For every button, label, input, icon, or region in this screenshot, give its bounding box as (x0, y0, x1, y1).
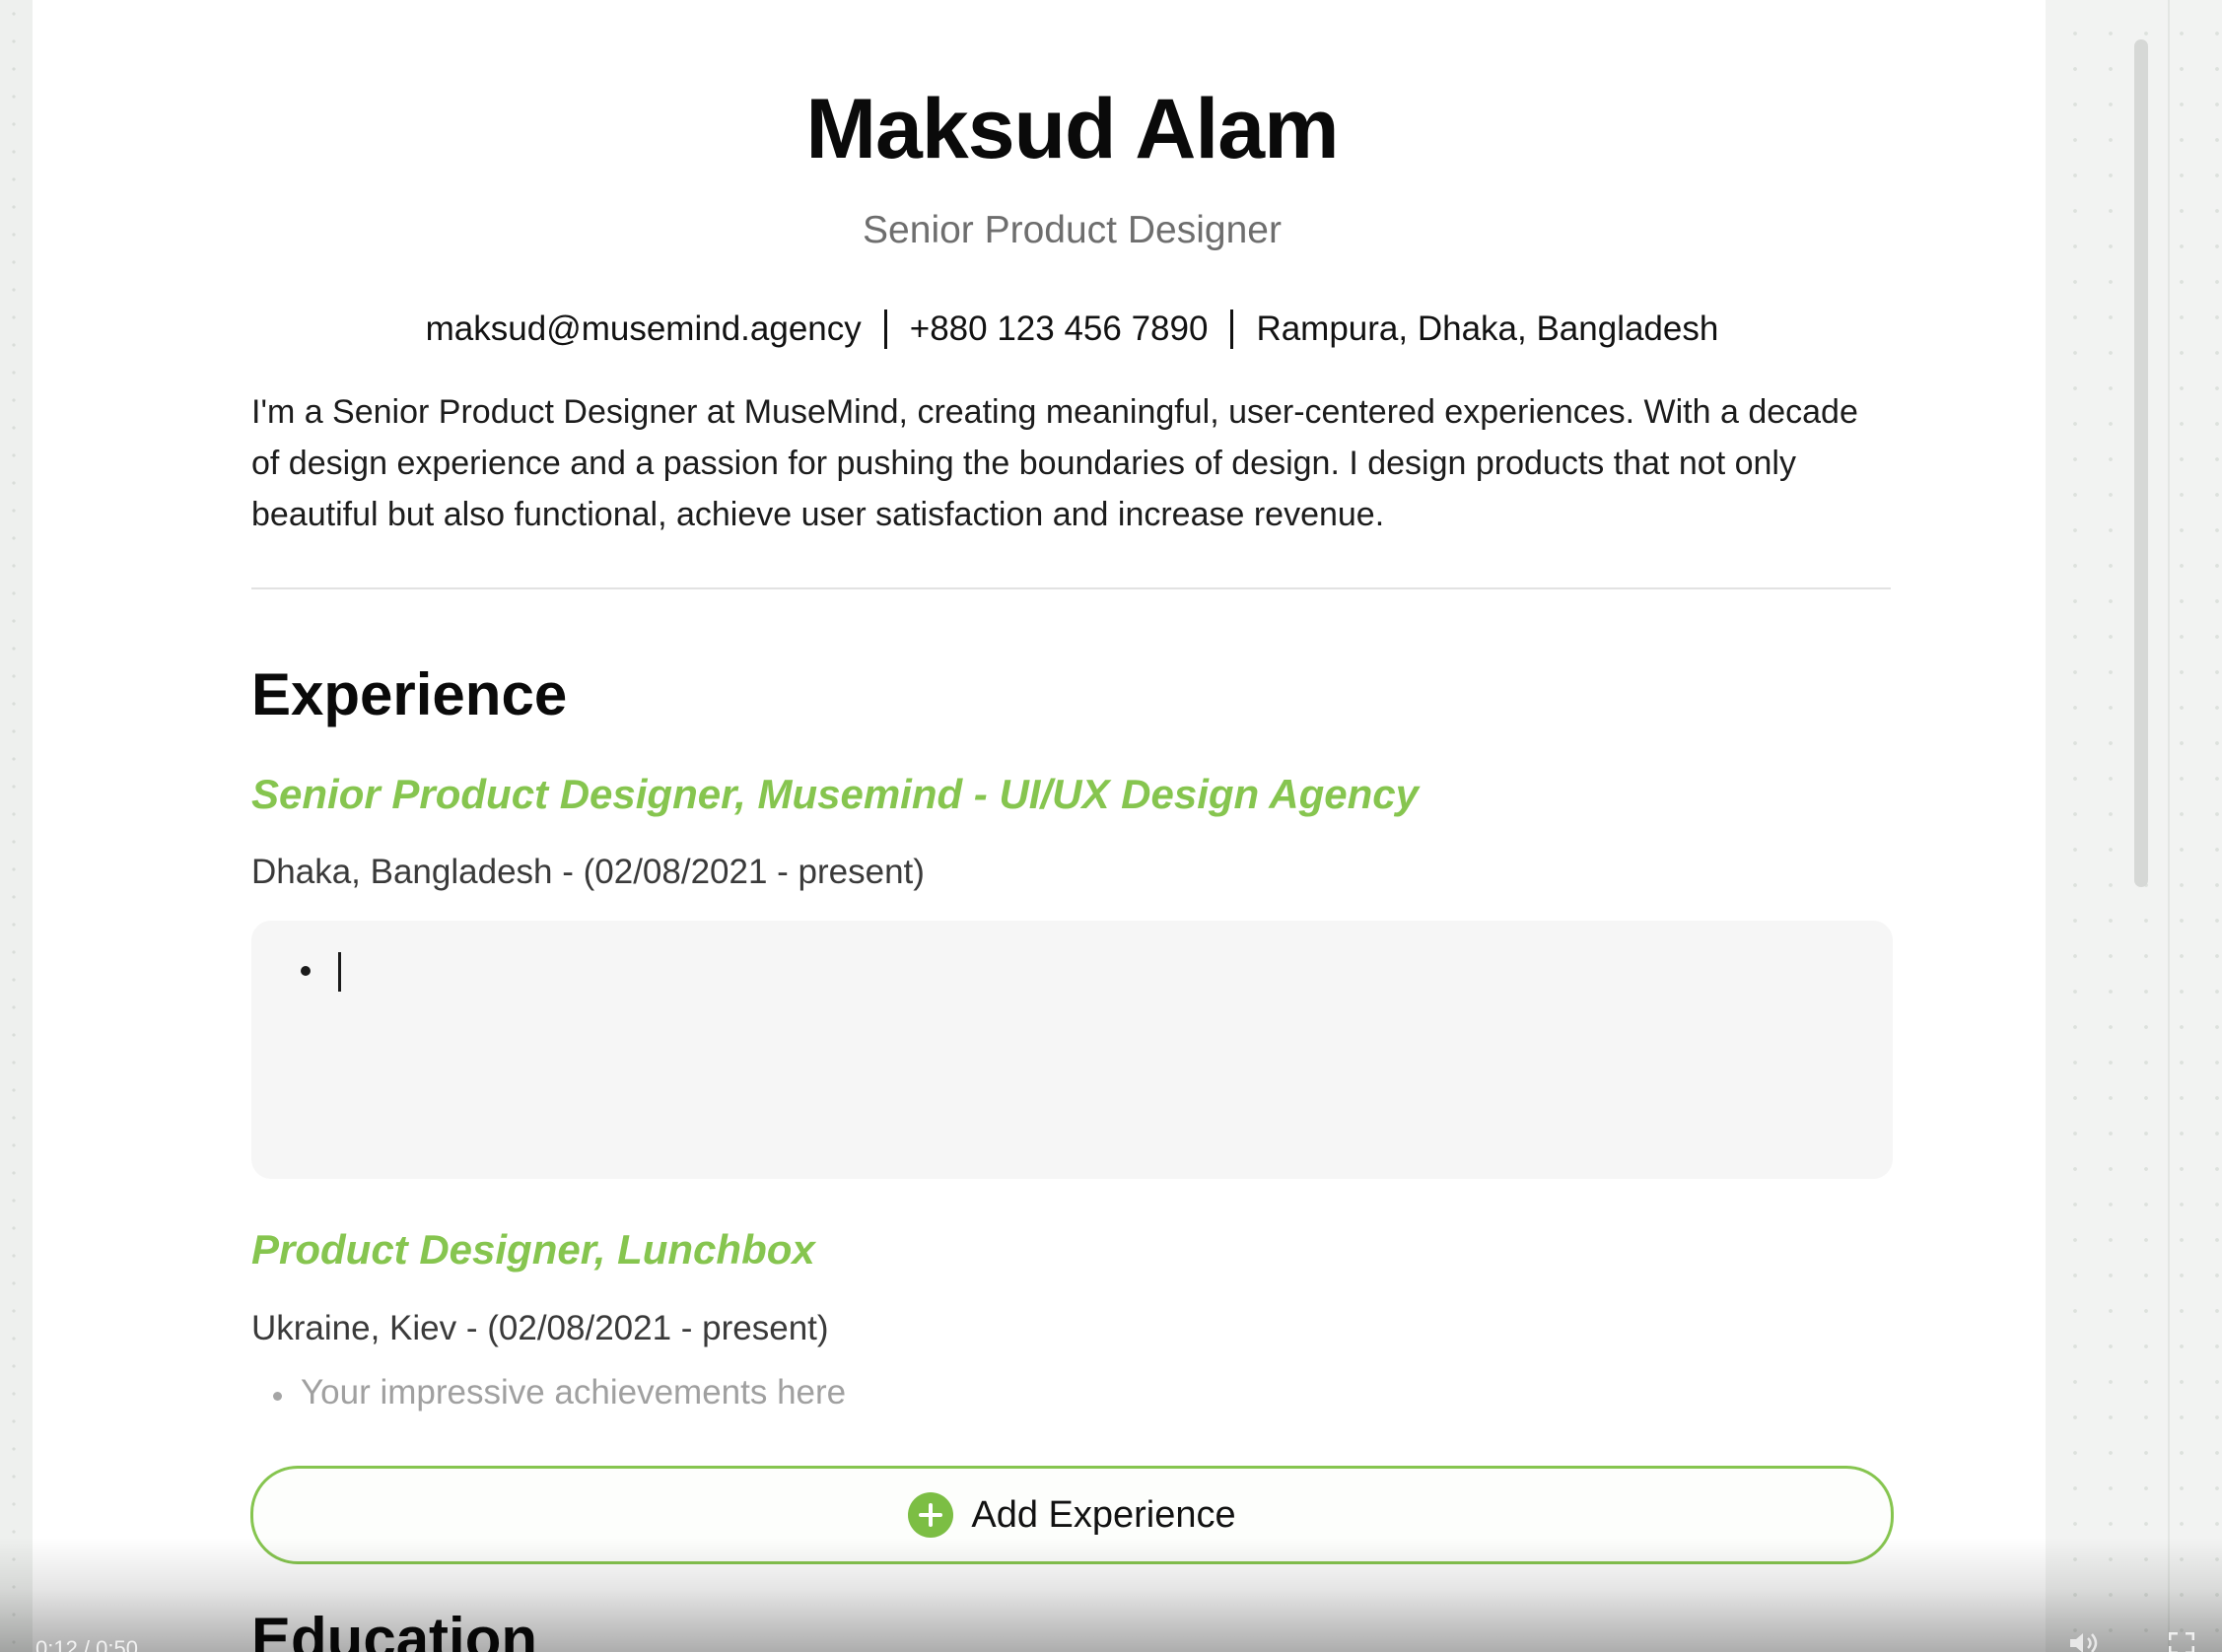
fullscreen-icon[interactable] (2169, 1632, 2194, 1652)
bullet-point (301, 966, 311, 976)
app-viewport: Maksud Alam Senior Product Designer maks… (0, 0, 2222, 1652)
job-meta[interactable]: Dhaka, Bangladesh - (02/08/2021 - presen… (251, 853, 925, 892)
add-experience-label: Add Experience (971, 1493, 1236, 1536)
resume-summary[interactable]: I'm a Senior Product Designer at MuseMin… (251, 386, 1893, 540)
add-experience-button[interactable]: Add Experience (250, 1466, 1894, 1564)
panel-divider (2168, 0, 2170, 1652)
job-meta[interactable]: Ukraine, Kiev - (02/08/2021 - present) (251, 1309, 829, 1348)
resume-role[interactable]: Senior Product Designer (251, 209, 1893, 252)
resume-name[interactable]: Maksud Alam (251, 81, 1893, 178)
scrollbar[interactable] (2134, 39, 2148, 887)
contact-separator (883, 310, 887, 349)
contact-separator (1230, 310, 1234, 349)
resume-page: Maksud Alam Senior Product Designer maks… (33, 0, 2046, 1652)
job-title[interactable]: Senior Product Designer, Musemind - UI/U… (251, 771, 1419, 818)
contact-location[interactable]: Rampura, Dhaka, Bangladesh (1256, 310, 1718, 349)
experience-heading: Experience (251, 661, 568, 727)
job-title[interactable]: Product Designer, Lunchbox (251, 1226, 815, 1273)
text-caret (338, 952, 341, 992)
section-divider (251, 587, 1891, 589)
contact-phone[interactable]: +880 123 456 7890 (910, 310, 1209, 349)
plus-icon (908, 1492, 954, 1538)
video-timestamp: 0:12 / 0:50 (35, 1636, 138, 1652)
bullet-point (273, 1392, 282, 1401)
volume-icon[interactable] (2068, 1631, 2102, 1652)
contact-line: maksud@musemind.agency +880 123 456 7890… (251, 310, 1893, 349)
achievement-placeholder[interactable]: Your impressive achievements here (301, 1373, 846, 1412)
achievements-editor[interactable] (251, 921, 1893, 1179)
education-heading: Education (251, 1606, 538, 1652)
contact-email[interactable]: maksud@musemind.agency (426, 310, 862, 349)
